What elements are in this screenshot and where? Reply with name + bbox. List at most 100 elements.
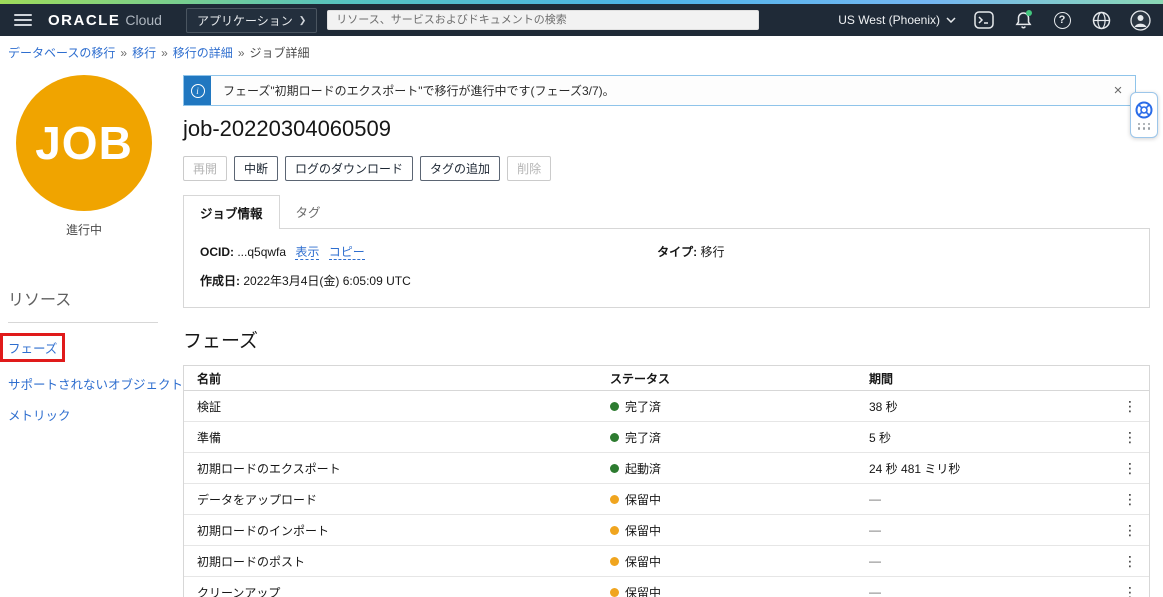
phase-status: 起動済 <box>625 460 661 477</box>
sidebar: JOB 進行中 リソース フェーズ サポートされないオブジェクト メトリック <box>0 67 183 597</box>
status-dot-icon <box>610 402 619 411</box>
abort-button[interactable]: 中断 <box>234 156 278 181</box>
phase-name: 準備 <box>197 429 610 446</box>
globe-language-icon[interactable] <box>1090 9 1112 31</box>
banner-message: フェーズ"初期ロードのエクスポート"で移行が進行中です(フェーズ3/7)。 <box>211 76 1101 105</box>
breadcrumb-link-migration-details[interactable]: 移行の詳細 <box>173 44 233 61</box>
applications-label: アプリケーション <box>197 12 293 29</box>
cloud-shell-icon[interactable] <box>973 9 995 31</box>
phase-status: 保留中 <box>625 522 661 539</box>
hamburger-menu-icon[interactable] <box>14 14 32 26</box>
region-label: US West (Phoenix) <box>838 13 940 27</box>
breadcrumb-separator: » <box>120 46 127 60</box>
oracle-cloud-logo[interactable]: ORACLE Cloud <box>48 12 162 29</box>
table-row-initial-load-import: 初期ロードのインポート 保留中 — ⋮ <box>184 515 1149 546</box>
row-actions-kebab-icon[interactable]: ⋮ <box>1111 461 1149 475</box>
floating-help-widget <box>1130 92 1158 138</box>
topbar-right: US West (Phoenix) ? <box>838 9 1151 31</box>
column-header-name: 名前 <box>197 370 610 387</box>
row-actions-kebab-icon[interactable]: ⋮ <box>1111 523 1149 537</box>
phase-status: 保留中 <box>625 584 661 597</box>
ocid-row: OCID: ...q5qwfa 表示 コピー <box>200 243 657 260</box>
resume-button[interactable]: 再開 <box>183 156 227 181</box>
row-actions-kebab-icon[interactable]: ⋮ <box>1111 430 1149 444</box>
chevron-down-icon <box>946 17 956 23</box>
phase-status: 保留中 <box>625 491 661 508</box>
applications-button[interactable]: アプリケーション ❯ <box>186 8 317 33</box>
info-banner: i フェーズ"初期ロードのエクスポート"で移行が進行中です(フェーズ3/7)。 … <box>183 75 1136 106</box>
sidebar-link-unsupported-objects[interactable]: サポートされないオブジェクト <box>8 378 183 392</box>
panel-left-column: OCID: ...q5qwfa 表示 コピー 作成日: 2022年3月4日(金)… <box>200 243 657 289</box>
breadcrumb-link-database-migration[interactable]: データベースの移行 <box>8 44 115 61</box>
row-actions-kebab-icon[interactable]: ⋮ <box>1111 492 1149 506</box>
type-row: タイプ: 移行 <box>657 243 724 260</box>
download-log-button[interactable]: ログのダウンロード <box>285 156 413 181</box>
phases-section-title: フェーズ <box>183 326 1150 353</box>
job-status-text: 進行中 <box>8 221 160 238</box>
phase-name: データをアップロード <box>197 491 610 508</box>
row-actions-kebab-icon[interactable]: ⋮ <box>1111 399 1149 413</box>
resources-divider <box>8 322 158 323</box>
user-avatar[interactable] <box>1129 9 1151 31</box>
row-actions-kebab-icon[interactable]: ⋮ <box>1111 585 1149 597</box>
phase-name: 初期ロードのエクスポート <box>197 460 610 477</box>
panel-right-column: タイプ: 移行 <box>657 243 724 289</box>
ocid-value: ...q5qwfa <box>237 245 286 259</box>
table-row-initial-load-export: 初期ロードのエクスポート 起動済 24 秒 481 ミリ秒 ⋮ <box>184 453 1149 484</box>
created-label: 作成日: <box>200 274 240 288</box>
notifications-bell-icon[interactable] <box>1012 9 1034 31</box>
row-actions-kebab-icon[interactable]: ⋮ <box>1111 554 1149 568</box>
phase-duration: 24 秒 481 ミリ秒 <box>869 460 1111 477</box>
type-label: タイプ: <box>657 245 697 259</box>
search-container <box>327 10 759 30</box>
phase-name: 初期ロードのインポート <box>197 522 610 539</box>
notification-dot <box>1026 10 1032 16</box>
tab-job-information[interactable]: ジョブ情報 <box>183 195 280 229</box>
ocid-copy-link[interactable]: コピー <box>329 245 365 260</box>
main: i フェーズ"初期ロードのエクスポート"で移行が進行中です(フェーズ3/7)。 … <box>183 67 1163 597</box>
phase-name: 検証 <box>197 398 610 415</box>
type-value: 移行 <box>701 245 725 259</box>
sidebar-link-phases[interactable]: フェーズ <box>8 342 57 356</box>
phase-duration: — <box>869 585 1111 597</box>
breadcrumb-separator: » <box>238 46 245 60</box>
breadcrumb: データベースの移行 » 移行 » 移行の詳細 » ジョブ詳細 <box>0 36 1163 67</box>
help-icon[interactable]: ? <box>1051 9 1073 31</box>
phase-status: 完了済 <box>625 429 661 446</box>
region-selector[interactable]: US West (Phoenix) <box>838 13 956 27</box>
topbar: ORACLE Cloud アプリケーション ❯ US West (Phoenix… <box>0 4 1163 36</box>
logo-cloud-text: Cloud <box>125 12 162 28</box>
phase-name: 初期ロードのポスト <box>197 553 610 570</box>
page-title: job-20220304060509 <box>183 116 1150 142</box>
job-badge-label: JOB <box>35 116 133 170</box>
search-input[interactable] <box>327 10 759 30</box>
chevron-right-icon: ❯ <box>299 15 307 26</box>
resources-heading: リソース <box>8 286 183 310</box>
phase-status: 完了済 <box>625 398 661 415</box>
drag-handle-dots-icon[interactable] <box>1138 123 1151 130</box>
resources-list: フェーズ サポートされないオブジェクト メトリック <box>8 333 183 424</box>
table-row-cleanup: クリーンアップ 保留中 — ⋮ <box>184 577 1149 597</box>
red-annotation-box: フェーズ <box>0 333 65 362</box>
add-tags-button[interactable]: タグの追加 <box>420 156 500 181</box>
status-dot-icon <box>610 588 619 597</box>
sidebar-link-metrics[interactable]: メトリック <box>8 409 71 423</box>
sidebar-item-metrics: メトリック <box>8 405 183 424</box>
tab-tags[interactable]: タグ <box>280 195 337 228</box>
column-header-duration: 期間 <box>869 370 1111 387</box>
tabs: ジョブ情報 タグ <box>183 195 1150 228</box>
phase-status: 保留中 <box>625 553 661 570</box>
breadcrumb-separator: » <box>161 46 168 60</box>
info-icon: i <box>191 84 205 98</box>
created-value: 2022年3月4日(金) 6:05:09 UTC <box>243 274 410 288</box>
breadcrumb-link-migrations[interactable]: 移行 <box>132 44 156 61</box>
phase-duration: 5 秒 <box>869 429 1111 446</box>
table-row-validate: 検証 完了済 38 秒 ⋮ <box>184 391 1149 422</box>
ocid-show-link[interactable]: 表示 <box>295 245 319 260</box>
phase-duration: — <box>869 523 1111 537</box>
delete-button[interactable]: 削除 <box>507 156 551 181</box>
status-dot-icon <box>610 526 619 535</box>
lifebuoy-support-icon[interactable] <box>1135 101 1153 119</box>
action-buttons: 再開 中断 ログのダウンロード タグの追加 削除 <box>183 156 1150 181</box>
status-dot-icon <box>610 433 619 442</box>
